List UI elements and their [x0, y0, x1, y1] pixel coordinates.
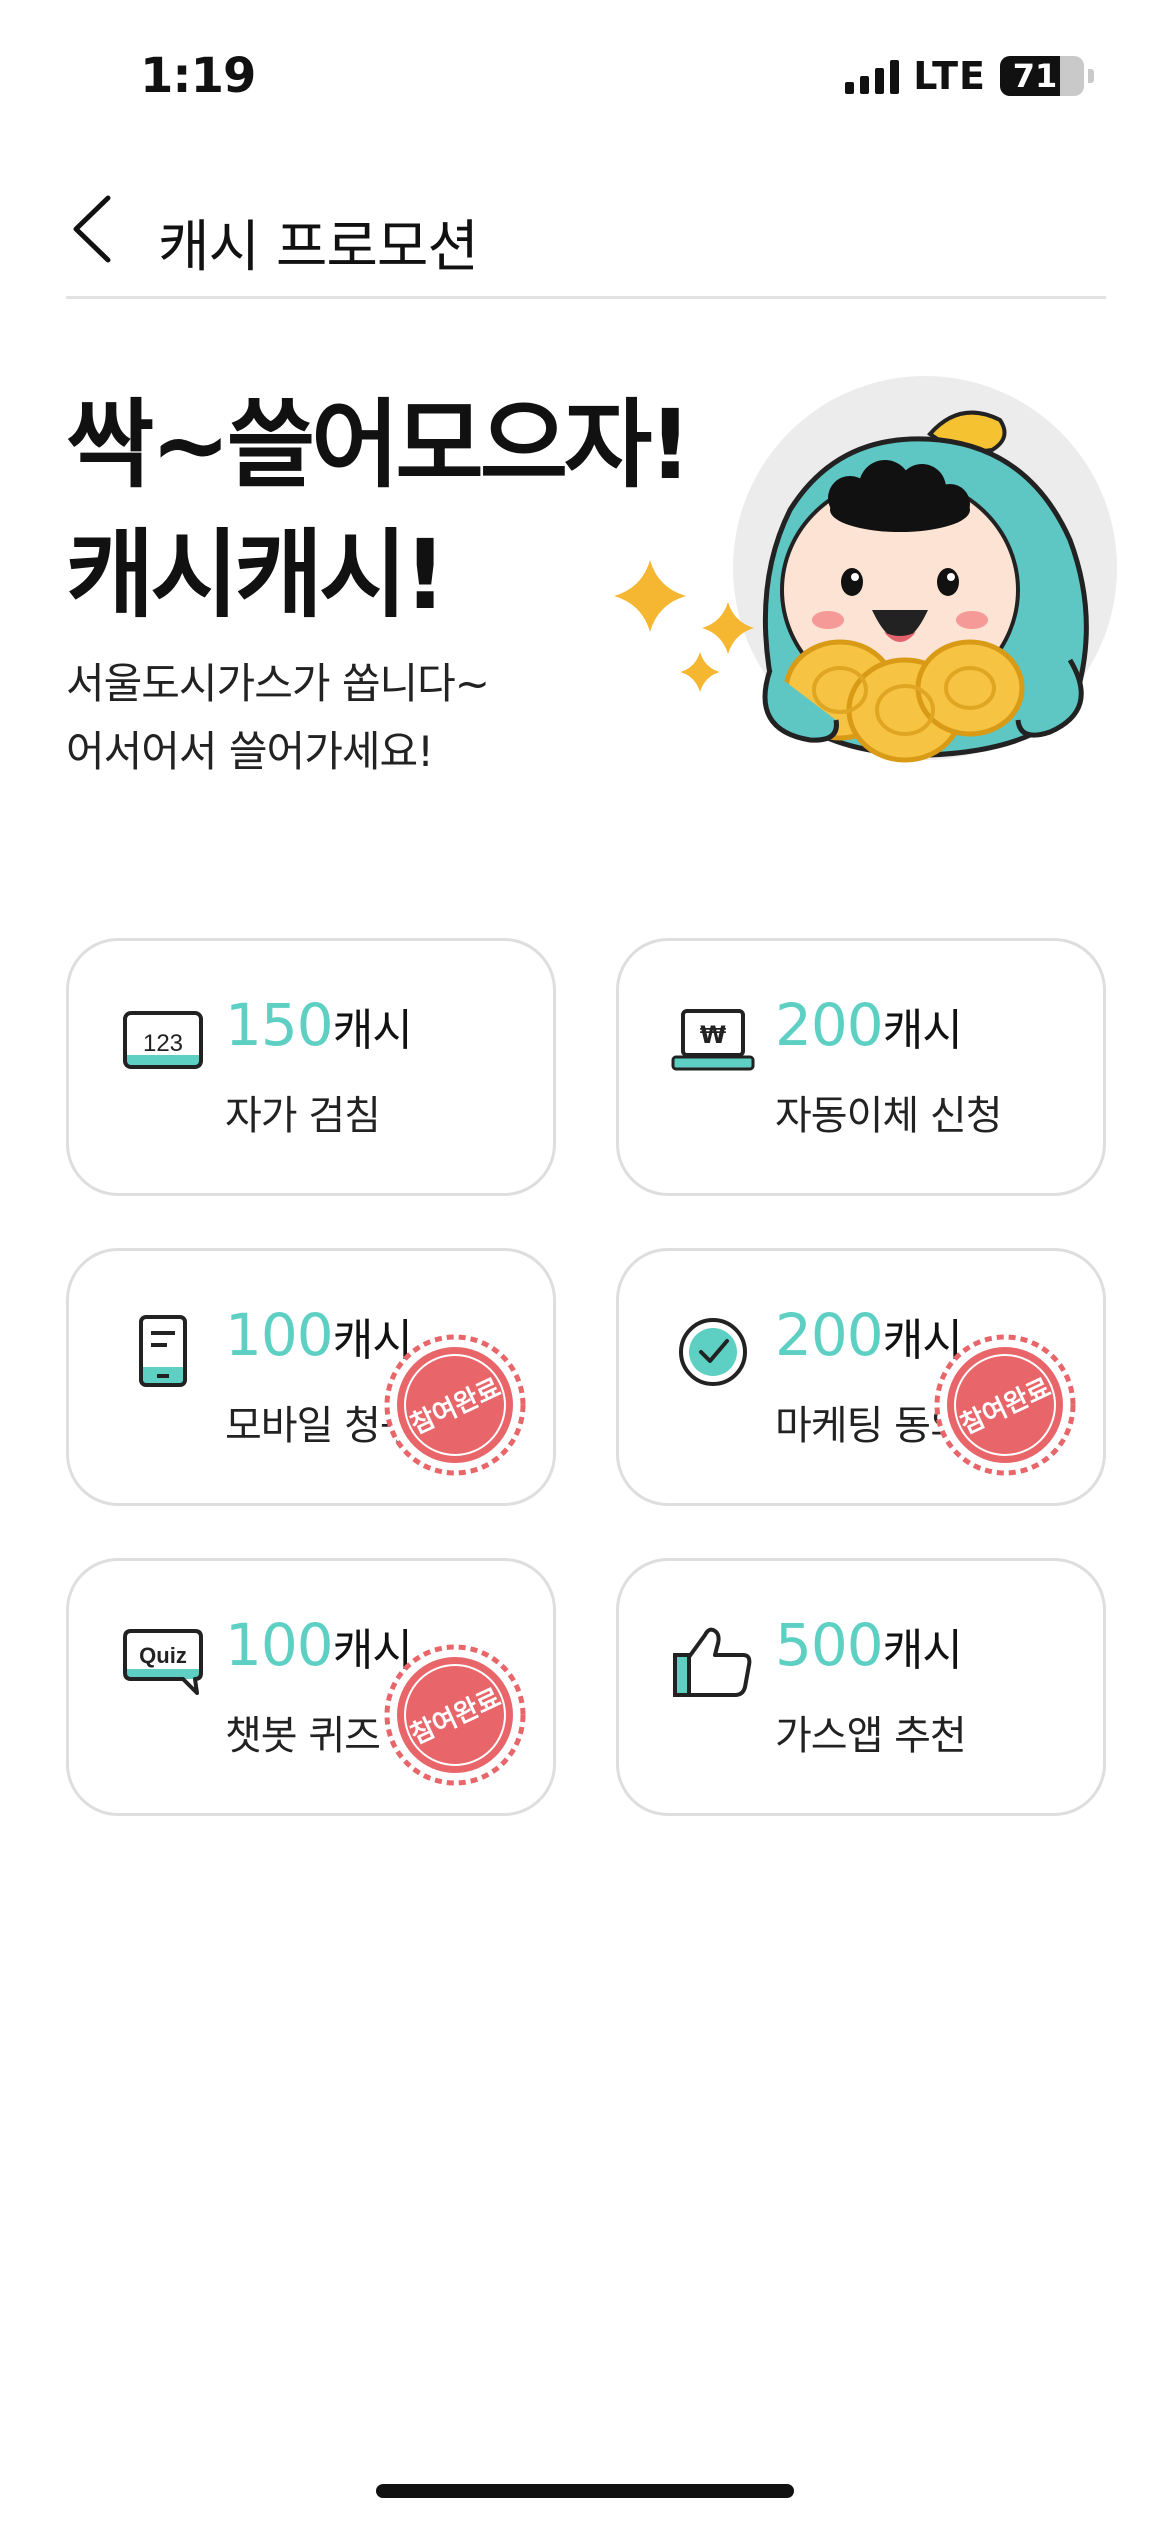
quiz-bubble-icon: Quiz — [123, 1629, 203, 1695]
thumbs-up-icon — [673, 1627, 752, 1697]
battery-icon: 71 — [1000, 56, 1084, 96]
hero-subtitle-line2: 어서어서 쓸어가세요! — [66, 727, 434, 776]
svg-text:₩: ₩ — [700, 1021, 727, 1049]
page-title: 캐시 프로모션 — [158, 215, 479, 280]
card-cash-value: 500 — [775, 1611, 884, 1679]
card-label: 자가 검침 — [225, 1093, 381, 1139]
card-cash-unit: 캐시 — [882, 1625, 963, 1676]
hero-title: 싹~쓸어모으자! 캐시캐시! — [66, 380, 692, 640]
promotion-card-self-meter[interactable]: 123 150캐시 자가 검침 — [66, 938, 556, 1196]
promotion-card-chatbot-quiz[interactable]: Quiz 100캐시 챗봇 퀴즈 참여완료 — [66, 1558, 556, 1816]
completed-stamp: 참여완료 — [384, 1644, 526, 1786]
card-amount: 500캐시 — [775, 1611, 963, 1679]
hero-subtitle-line1: 서울도시가스가 쏩니다~ — [66, 659, 490, 708]
card-label: 챗봇 퀴즈 — [225, 1713, 381, 1759]
card-cash-value: 150 — [225, 991, 334, 1059]
card-amount: 150캐시 — [225, 991, 413, 1059]
card-cash-value: 200 — [775, 1301, 884, 1369]
sparkle-icon — [614, 560, 686, 632]
promotion-card-app-recommend[interactable]: 500캐시 가스앱 추천 — [616, 1558, 1106, 1816]
completed-stamp: 참여완료 — [384, 1334, 526, 1476]
status-indicators: LTE 71 — [845, 54, 1094, 98]
promotion-card-auto-transfer[interactable]: ₩ 200캐시 자동이체 신청 — [616, 938, 1106, 1196]
card-cash-value: 100 — [225, 1301, 334, 1369]
battery-level: 71 — [1012, 57, 1058, 95]
svg-text:Quiz: Quiz — [139, 1643, 187, 1668]
signal-icon — [845, 58, 900, 94]
card-label: 자동이체 신청 — [775, 1093, 1003, 1139]
nav-bar: 캐시 프로모션 — [0, 170, 1170, 300]
promotion-card-marketing-consent[interactable]: 200캐시 마케팅 동의 참여완료 — [616, 1248, 1106, 1506]
home-indicator[interactable] — [376, 2484, 794, 2498]
promotion-card-mobile-bill[interactable]: 100캐시 모바일 청구서 참여완료 — [66, 1248, 556, 1506]
card-label: 가스앱 추천 — [775, 1713, 967, 1759]
completed-stamp: 참여완료 — [934, 1334, 1076, 1476]
status-time: 1:19 — [140, 48, 256, 104]
network-label: LTE — [913, 54, 986, 98]
back-button[interactable] — [52, 184, 132, 274]
hero-title-line1: 싹~쓸어모으자! — [66, 389, 692, 501]
mobile-bill-icon — [139, 1315, 187, 1387]
check-circle-icon — [679, 1318, 747, 1386]
chevron-left-icon — [73, 195, 111, 263]
status-bar: 1:19 LTE 71 — [0, 0, 1170, 150]
card-cash-unit: 캐시 — [332, 1005, 413, 1056]
card-cash-value: 200 — [775, 991, 884, 1059]
laptop-won-icon: ₩ — [671, 1009, 755, 1071]
hero-title-line2: 캐시캐시! — [66, 519, 447, 631]
mascot-illustration — [614, 376, 1117, 763]
divider — [66, 296, 1106, 299]
card-cash-unit: 캐시 — [882, 1005, 963, 1056]
card-cash-value: 100 — [225, 1611, 334, 1679]
sparkle-icon — [680, 652, 720, 692]
svg-text:123: 123 — [143, 1030, 183, 1057]
hero-subtitle: 서울도시가스가 쏩니다~ 어서어서 쓸어가세요! — [66, 650, 490, 786]
promotion-grid: 123 150캐시 자가 검침 ₩ 200캐시 자동이체 신청 100캐시 모바 — [66, 938, 1106, 1816]
meter-123-icon: 123 — [123, 1011, 203, 1069]
card-amount: 200캐시 — [775, 991, 963, 1059]
